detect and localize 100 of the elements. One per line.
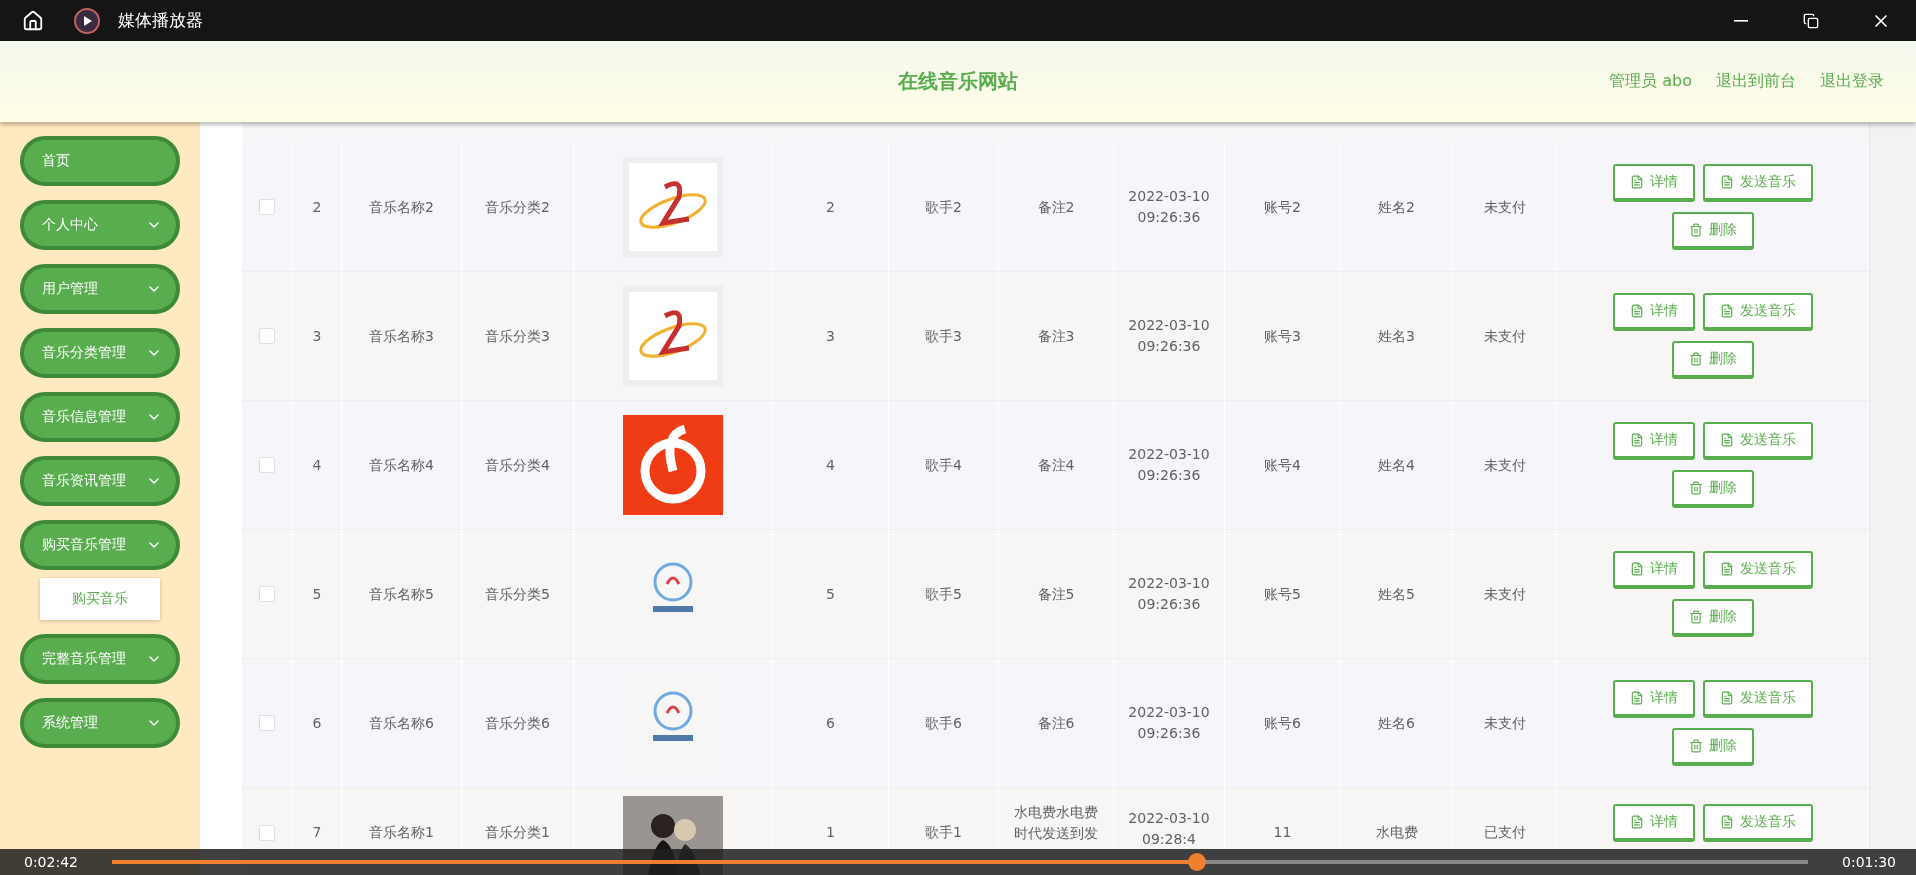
row-checkbox[interactable]	[259, 825, 275, 841]
detail-button[interactable]: 详情	[1612, 551, 1695, 589]
table-cell-text: 歌手3	[924, 326, 963, 346]
table-cell-text: 未支付	[1482, 584, 1527, 604]
table-cell-text: 3	[311, 326, 323, 346]
trash-icon	[1688, 739, 1703, 753]
document-icon	[1629, 304, 1644, 318]
delete-button[interactable]: 删除	[1671, 599, 1754, 637]
row-checkbox[interactable]	[259, 199, 275, 215]
row-checkbox[interactable]	[259, 457, 275, 473]
document-icon	[1719, 304, 1734, 318]
table-cell-text: 账号2	[1263, 197, 1302, 217]
sidebar-menu-item[interactable]: 系统管理	[20, 698, 180, 748]
table-cell-text: 歌手6	[924, 713, 963, 733]
table-cell-text: 2022-03-10 09:26:36	[1127, 703, 1211, 743]
table-cell-text: 姓名5	[1377, 584, 1416, 604]
table-cell-text: 5	[825, 584, 836, 604]
row-checkbox[interactable]	[259, 328, 275, 344]
table-cell-text: 账号5	[1263, 584, 1302, 604]
sidebar-menu-item[interactable]: 购买音乐管理	[20, 520, 180, 570]
document-icon	[1629, 691, 1644, 705]
sidebar-menu-item[interactable]: 完整音乐管理	[20, 634, 180, 684]
submenu-item[interactable]: 购买音乐	[40, 578, 160, 620]
document-icon	[1719, 691, 1734, 705]
delete-button[interactable]: 删除	[1671, 212, 1754, 250]
header-link[interactable]: 退出到前台	[1716, 71, 1796, 92]
send-button[interactable]: 发送音乐	[1702, 422, 1813, 460]
document-icon	[1629, 433, 1644, 447]
sidebar-menu-item[interactable]: 首页	[20, 136, 180, 186]
detail-button[interactable]: 详情	[1612, 804, 1695, 842]
table-cell-text: 2022-03-10 09:26:36	[1127, 316, 1211, 356]
table-cell-text: 音乐名称5	[368, 584, 435, 604]
document-icon	[1719, 175, 1734, 189]
table-cell-text: 音乐名称2	[368, 197, 435, 217]
document-icon	[1629, 175, 1644, 189]
trash-icon	[1688, 223, 1703, 237]
table-cell-text: 音乐分类1	[484, 823, 551, 842]
sidebar-menu-item[interactable]: 个人中心	[20, 200, 180, 250]
table-cell-text: 2022-03-10 09:26:36	[1127, 574, 1211, 614]
home-icon[interactable]	[22, 9, 44, 32]
document-icon	[1719, 433, 1734, 447]
table-cell-text: 2022-03-10 09:26:36	[1127, 187, 1211, 227]
table-cell-text: 音乐名称4	[368, 455, 435, 475]
sidebar-menu-item[interactable]: 音乐信息管理	[20, 392, 180, 442]
detail-button[interactable]: 详情	[1612, 680, 1695, 718]
table-cell-text: 未支付	[1482, 713, 1527, 733]
send-button[interactable]: 发送音乐	[1702, 680, 1813, 718]
minimize-icon	[1734, 19, 1748, 22]
table-cell-text: 音乐分类5	[484, 584, 551, 604]
table-cell-text: 姓名2	[1377, 197, 1416, 217]
table-cell-text: 6	[311, 713, 323, 733]
document-icon	[1629, 562, 1644, 576]
remaining-time: 0:01:30	[1842, 854, 1896, 870]
send-button[interactable]: 发送音乐	[1702, 804, 1813, 842]
table-cell-text: 歌手4	[924, 455, 963, 475]
table-cell-text: 6	[825, 713, 836, 733]
table-cell-text: 姓名4	[1377, 455, 1416, 475]
table-cell-text: 未支付	[1482, 455, 1527, 475]
send-button[interactable]: 发送音乐	[1702, 164, 1813, 202]
delete-button[interactable]: 删除	[1671, 728, 1754, 766]
table-cell-text: 姓名3	[1377, 326, 1416, 346]
table-cell-text: 姓名6	[1377, 713, 1416, 733]
progress-slider[interactable]	[112, 853, 1808, 871]
table-cell-text: 备注6	[1036, 713, 1076, 733]
sidebar-menu-item[interactable]: 音乐分类管理	[20, 328, 180, 378]
delete-button[interactable]: 删除	[1671, 470, 1754, 508]
table-cell-text: 已支付	[1482, 823, 1527, 842]
table-cell-text: 备注2	[1036, 197, 1076, 217]
table-cell-text: 账号3	[1263, 326, 1302, 346]
table-cell-text: 备注4	[1036, 455, 1076, 475]
send-button[interactable]: 发送音乐	[1702, 293, 1813, 331]
trash-icon	[1688, 610, 1703, 624]
delete-button[interactable]: 删除	[1671, 341, 1754, 379]
row-checkbox[interactable]	[259, 715, 275, 731]
elapsed-time: 0:02:42	[24, 854, 78, 870]
table-cell-text: 水电费水电费时代发送到发	[1013, 803, 1099, 843]
table-cell-text: 4	[311, 455, 323, 475]
progress-thumb[interactable]	[1188, 853, 1207, 871]
sidebar-menu-item[interactable]: 用户管理	[20, 264, 180, 314]
send-button[interactable]: 发送音乐	[1702, 551, 1813, 589]
table-cell-text: 2022-03-10 09:28:4	[1127, 809, 1211, 849]
document-icon	[1629, 815, 1644, 829]
scrollbar-track[interactable]	[1869, 122, 1916, 849]
table-cell-text: 7	[311, 823, 323, 842]
table-cell-text: 音乐分类2	[484, 197, 551, 217]
detail-button[interactable]: 详情	[1612, 293, 1695, 331]
detail-button[interactable]: 详情	[1612, 164, 1695, 202]
row-checkbox[interactable]	[259, 586, 275, 602]
restore-icon	[1803, 12, 1819, 29]
table-cell-text: 2022-03-10 09:26:36	[1127, 445, 1211, 485]
table-cell-text: 11	[1272, 823, 1293, 842]
table-cell-text: 2	[311, 197, 323, 217]
sidebar-menu-item[interactable]: 音乐资讯管理	[20, 456, 180, 506]
detail-button[interactable]: 详情	[1612, 422, 1695, 460]
header-link[interactable]: 退出登录	[1820, 71, 1884, 92]
table-cell-text: 歌手1	[924, 823, 963, 842]
table-cell-text: 未支付	[1482, 197, 1527, 217]
table-cell-text: 5	[311, 584, 323, 604]
site-title: 在线音乐网站	[898, 68, 1018, 95]
table-cell-text: 账号4	[1263, 455, 1302, 475]
